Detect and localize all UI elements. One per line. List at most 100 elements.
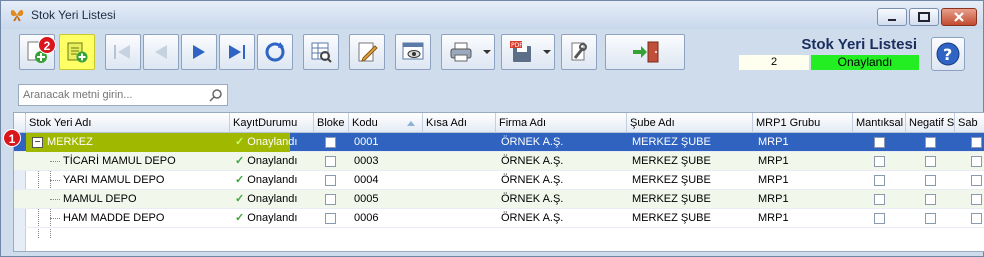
cell-branch-name: MERKEZ ŞUBE xyxy=(632,155,711,167)
sort-ascending-icon xyxy=(407,121,415,126)
step-badge-1: 1 xyxy=(3,129,21,147)
column-header-negative-stock[interactable]: Negatif S xyxy=(906,113,955,133)
first-button[interactable] xyxy=(105,34,141,70)
column-header-stock-location[interactable]: Stok Yeri Adı xyxy=(26,113,230,133)
checkbox-fixed[interactable] xyxy=(971,175,982,186)
prev-button[interactable] xyxy=(143,34,179,70)
table-row[interactable]: − MERKEZ ✓ Onaylandı 0001 ÖRNEK A.Ş. MER… xyxy=(14,133,984,152)
status-label: Onaylandı xyxy=(247,193,298,205)
cell-mrp1-group: MRP1 xyxy=(758,174,789,186)
cell-code: 0003 xyxy=(354,155,379,167)
stock-location-window: Stok Yeri Listesi 2 PDF Stok Yeri Listes… xyxy=(0,0,984,257)
status-label: Onaylandı xyxy=(247,136,298,148)
column-header-short-name[interactable]: Kısa Adı xyxy=(423,113,496,133)
column-header-blocked[interactable]: Bloke xyxy=(314,113,349,133)
svg-text:PDF: PDF xyxy=(511,42,523,49)
page-title: Stok Yeri Listesi xyxy=(801,36,917,53)
checkbox-blocked[interactable] xyxy=(325,156,336,167)
cell-stock-location: HAM MADDE DEPO xyxy=(63,212,165,224)
add-sub-icon xyxy=(67,42,88,63)
exit-button[interactable] xyxy=(605,34,685,70)
title-bar[interactable]: Stok Yeri Listesi xyxy=(1,1,983,29)
checkbox-logical[interactable] xyxy=(874,213,885,224)
checkbox-negative-stock[interactable] xyxy=(925,156,936,167)
column-header-record-status[interactable]: KayıtDurumu xyxy=(230,113,314,133)
column-header-code[interactable]: Kodu xyxy=(349,113,423,133)
cell-mrp1-group: MRP1 xyxy=(758,193,789,205)
checkbox-blocked[interactable] xyxy=(325,194,336,205)
first-icon xyxy=(114,45,130,59)
checkbox-logical[interactable] xyxy=(874,137,885,148)
print-button[interactable] xyxy=(441,34,495,70)
last-icon xyxy=(229,45,245,59)
tree-branch xyxy=(50,199,60,200)
cell-firm-name: ÖRNEK A.Ş. xyxy=(501,155,564,167)
window-title: Stok Yeri Listesi xyxy=(31,8,116,22)
refresh-button[interactable] xyxy=(257,34,293,70)
checkbox-negative-stock[interactable] xyxy=(925,194,936,205)
search-icon[interactable] xyxy=(209,88,223,102)
check-icon: ✓ xyxy=(235,155,245,167)
table-row[interactable]: TİCARİ MAMUL DEPO ✓ Onaylandı 0003 ÖRNEK… xyxy=(14,152,984,171)
chevron-down-icon xyxy=(483,50,491,54)
pdf-save-icon: PDF xyxy=(510,41,531,62)
add-sub-button[interactable] xyxy=(59,34,95,70)
column-header-firm-name[interactable]: Firma Adı xyxy=(496,113,627,133)
next-button[interactable] xyxy=(181,34,217,70)
help-button[interactable]: ? xyxy=(931,37,965,71)
check-icon: ✓ xyxy=(235,174,245,186)
checkbox-fixed[interactable] xyxy=(971,137,982,148)
column-header-branch-name[interactable]: Şube Adı xyxy=(627,113,753,133)
last-button[interactable] xyxy=(219,34,255,70)
collapse-toggle[interactable]: − xyxy=(32,137,43,148)
table-row[interactable]: MAMUL DEPO ✓ Onaylandı 0005 ÖRNEK A.Ş. M… xyxy=(14,190,984,209)
edit-button[interactable] xyxy=(349,34,385,70)
pdf-save-button[interactable]: PDF xyxy=(501,34,555,70)
search-input[interactable] xyxy=(23,87,203,103)
close-button[interactable] xyxy=(941,8,977,26)
cell-stock-location: MAMUL DEPO xyxy=(63,193,137,205)
check-icon: ✓ xyxy=(235,212,245,224)
table-row[interactable]: YARI MAMUL DEPO ✓ Onaylandı 0004 ÖRNEK A… xyxy=(14,171,984,190)
checkbox-logical[interactable] xyxy=(874,156,885,167)
checkbox-negative-stock[interactable] xyxy=(925,137,936,148)
maximize-button[interactable] xyxy=(909,8,939,26)
cell-firm-name: ÖRNEK A.Ş. xyxy=(501,193,564,205)
settings-button[interactable] xyxy=(561,34,597,70)
table-row[interactable]: HAM MADDE DEPO ✓ Onaylandı 0006 ÖRNEK A.… xyxy=(14,209,984,228)
cell-code: 0001 xyxy=(354,136,379,148)
checkbox-negative-stock[interactable] xyxy=(925,213,936,224)
exit-icon xyxy=(633,41,659,63)
checkbox-fixed[interactable] xyxy=(971,194,982,205)
maximize-icon xyxy=(910,9,938,25)
record-count: 2 xyxy=(739,55,809,70)
next-icon xyxy=(193,45,205,59)
checkbox-fixed[interactable] xyxy=(971,156,982,167)
column-header-logical[interactable]: Mantıksal xyxy=(853,113,906,133)
column-header-mrp1-group[interactable]: MRP1 Grubu xyxy=(753,113,853,133)
checkbox-negative-stock[interactable] xyxy=(925,175,936,186)
column-code-label: Kodu xyxy=(352,117,378,129)
cell-stock-location: YARI MAMUL DEPO xyxy=(63,174,165,186)
cell-stock-location: MERKEZ xyxy=(47,136,93,148)
cell-code: 0005 xyxy=(354,193,379,205)
grid-search-button[interactable] xyxy=(303,34,339,70)
checkbox-blocked[interactable] xyxy=(325,213,336,224)
checkbox-logical[interactable] xyxy=(874,175,885,186)
checkbox-blocked[interactable] xyxy=(325,175,336,186)
column-header-fixed[interactable]: Sab xyxy=(955,113,984,133)
butterfly-icon xyxy=(10,10,24,22)
view-button[interactable] xyxy=(395,34,431,70)
tree-branch xyxy=(50,218,60,219)
checkbox-fixed[interactable] xyxy=(971,213,982,224)
cell-short-name xyxy=(425,209,495,228)
checkbox-blocked[interactable] xyxy=(325,137,336,148)
checkbox-logical[interactable] xyxy=(874,194,885,205)
cell-code: 0004 xyxy=(354,174,379,186)
search-box[interactable] xyxy=(18,84,228,106)
cell-stock-location: TİCARİ MAMUL DEPO xyxy=(63,155,176,167)
cell-mrp1-group: MRP1 xyxy=(758,212,789,224)
tree-branch xyxy=(50,161,60,162)
minimize-button[interactable] xyxy=(877,8,907,26)
cell-record-status: ✓ Onaylandı xyxy=(232,209,314,228)
